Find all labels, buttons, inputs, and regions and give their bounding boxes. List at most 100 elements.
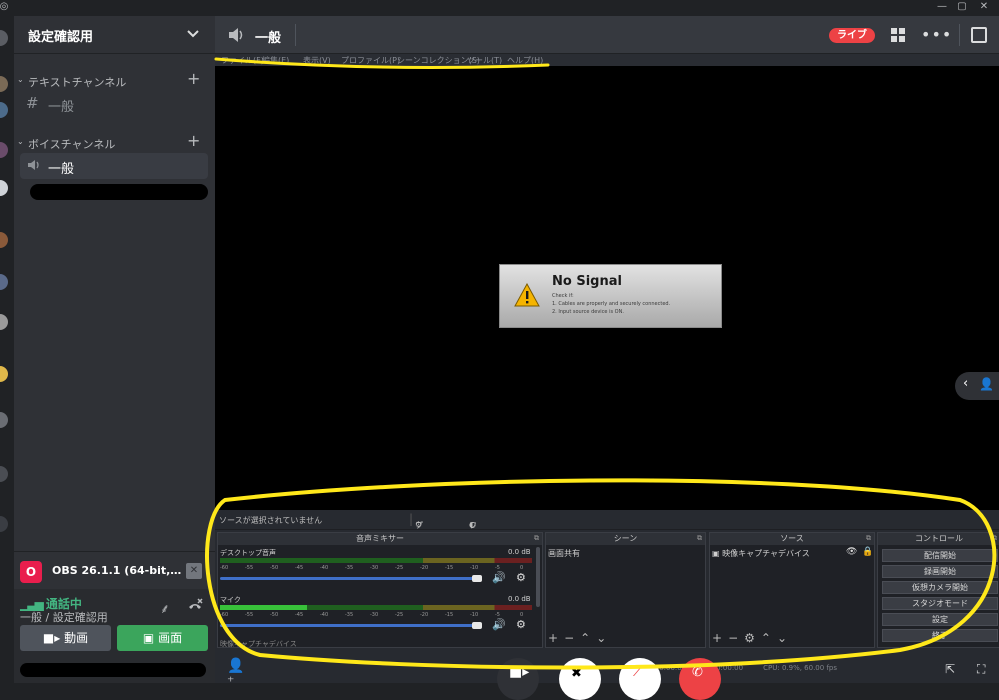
desktop-volume-slider[interactable] <box>220 575 482 582</box>
scale-tick: -25 <box>395 565 404 571</box>
server-icon[interactable] <box>0 102 8 118</box>
camera-icon: ▣ <box>712 549 720 558</box>
mic-volume-slider[interactable] <box>220 622 482 629</box>
speaker-icon[interactable]: 🔊 <box>492 618 506 631</box>
remove-icon[interactable]: − <box>728 631 744 645</box>
video-button[interactable]: ■▸ 動画 <box>20 625 111 651</box>
leave-call-button[interactable]: ✆ <box>679 658 721 700</box>
channel-text-general[interactable]: # 一般 <box>20 91 208 117</box>
start-recording-button[interactable]: 録画開始 <box>882 565 998 578</box>
down-icon[interactable]: ⌄ <box>596 631 612 645</box>
settings-button[interactable]: 設定 <box>882 613 998 626</box>
server-icon[interactable] <box>0 412 8 428</box>
scale-tick: -15 <box>445 565 454 571</box>
scale-tick: -60 <box>220 565 229 571</box>
no-signal-dialog: No Signal Check if: 1. Cables are proper… <box>499 264 722 328</box>
screen-share-icon: ▣ <box>142 631 159 645</box>
hash-icon: # <box>26 94 39 112</box>
stream-preview-panel[interactable]: O OBS 26.1.1 (64-bit, win... ✕ <box>14 551 215 589</box>
obs-preview: No Signal Check if: 1. Cables are proper… <box>229 68 985 500</box>
toolbar-separator: | <box>409 512 414 526</box>
server-icon[interactable] <box>0 180 8 196</box>
scale-tick: -20 <box>420 612 429 618</box>
lock-icon[interactable]: 🔒 <box>862 547 873 557</box>
dock-float-icon[interactable]: ⧉ <box>697 534 702 543</box>
server-icon[interactable] <box>0 76 8 92</box>
start-streaming-button[interactable]: 配信開始 <box>882 549 998 562</box>
server-icon[interactable] <box>0 274 8 290</box>
gear-icon[interactable]: ⚙ <box>744 631 761 645</box>
dock-float-icon[interactable]: ⧉ <box>534 534 539 543</box>
server-header[interactable]: 設定確認用 <box>14 16 215 54</box>
server-icon[interactable] <box>0 516 8 532</box>
gear-icon[interactable]: ⚙ <box>516 618 526 631</box>
dock-float-icon[interactable]: ⧉ <box>992 534 997 543</box>
meter-scale: -60 -55 -50 -45 -40 -35 -30 -25 -20 -15 -10 -5 0 <box>220 565 532 572</box>
pop-out-icon[interactable]: ⇱ <box>945 662 959 676</box>
eye-icon[interactable]: 👁 <box>846 547 857 557</box>
scale-tick: -20 <box>420 565 429 571</box>
remove-icon[interactable]: − <box>564 631 580 645</box>
server-icon[interactable] <box>0 366 8 382</box>
studio-mode-button[interactable]: スタジオモード <box>882 597 998 610</box>
noise-suppression-icon[interactable]: ⸙ <box>160 599 176 617</box>
scale-tick: -55 <box>245 565 254 571</box>
server-icon[interactable] <box>0 232 8 248</box>
maximize-button[interactable]: ▢ <box>952 0 972 16</box>
minimize-button[interactable]: — <box>932 0 952 16</box>
more-options-icon[interactable]: ••• <box>921 25 951 44</box>
screen-share-toggle-button[interactable]: ✖ <box>559 658 601 700</box>
server-icon[interactable] <box>0 314 8 330</box>
scene-item[interactable]: 画面共有 <box>548 548 580 559</box>
up-icon[interactable]: ⌃ <box>761 631 777 645</box>
category-text-channels[interactable]: ⌄ テキストチャンネル + <box>14 69 215 90</box>
speaker-icon[interactable]: 🔊 <box>492 571 506 584</box>
header-divider <box>295 24 296 46</box>
exit-button[interactable]: 終了 <box>882 629 998 642</box>
add-icon[interactable]: + <box>548 631 564 645</box>
live-badge: ライブ <box>829 28 875 43</box>
server-icon[interactable] <box>0 30 8 46</box>
video-label: 動画 <box>64 631 89 645</box>
server-icon[interactable] <box>0 142 8 158</box>
scale-tick: -10 <box>470 612 479 618</box>
fullscreen-icon[interactable]: ⛶ <box>977 662 991 676</box>
server-name: 設定確認用 <box>28 30 94 45</box>
screen-label: 画面 <box>158 631 183 645</box>
inbox-icon[interactable] <box>971 27 987 43</box>
scale-tick: -30 <box>370 565 379 571</box>
add-channel-icon[interactable]: + <box>187 131 200 150</box>
up-icon[interactable]: ⌃ <box>580 631 596 645</box>
source-item[interactable]: ▣ 映像キャプチャデバイス <box>712 548 810 559</box>
obs-menu-help: ヘルプ(H) <box>507 56 544 65</box>
close-window-button[interactable]: ✕ <box>974 0 994 16</box>
add-channel-icon[interactable]: + <box>187 69 200 88</box>
grid-layout-icon[interactable] <box>891 28 905 42</box>
add-user-icon[interactable]: 👤⁺ <box>227 658 247 690</box>
down-icon[interactable]: ⌄ <box>777 631 793 645</box>
server-icon[interactable] <box>0 466 8 482</box>
scale-tick: -10 <box>470 565 479 571</box>
member-list-toggle[interactable]: ‹ 👤 <box>955 372 999 400</box>
mixer-desktop-db: 0.0 dB <box>508 548 531 556</box>
start-virtual-camera-button[interactable]: 仮想カメラ開始 <box>882 581 998 594</box>
slider-handle[interactable] <box>472 622 482 629</box>
channel-voice-general[interactable]: 一般 <box>20 153 208 179</box>
scenes-dock: シーン ⧉ 画面共有 +−⌃⌄ <box>545 532 706 648</box>
stop-stream-icon[interactable]: ✕ <box>186 563 202 579</box>
voice-connection-panel: ▁▃▅ 通話中 一般 / 設定確認用 ⸙ ■▸ 動画 ▣ 画面 <box>14 589 215 683</box>
mute-toggle-button[interactable]: ⟋ <box>619 658 661 700</box>
gear-icon[interactable]: ⚙ <box>516 571 526 584</box>
category-voice-channels[interactable]: ⌄ ボイスチャンネル + <box>14 131 215 152</box>
screen-share-button[interactable]: ▣ 画面 <box>117 625 208 651</box>
speaker-icon <box>28 160 39 170</box>
caret-down-icon: ⌄ <box>17 75 24 84</box>
slider-handle[interactable] <box>472 575 482 582</box>
redacted-user <box>30 184 208 200</box>
disconnect-icon[interactable] <box>186 597 204 615</box>
mixer-scrollbar[interactable] <box>536 547 540 607</box>
voice-location: 一般 / 設定確認用 <box>20 611 108 624</box>
channel-label: 一般 <box>48 100 75 115</box>
dock-float-icon[interactable]: ⧉ <box>866 534 871 543</box>
add-icon[interactable]: + <box>712 631 728 645</box>
